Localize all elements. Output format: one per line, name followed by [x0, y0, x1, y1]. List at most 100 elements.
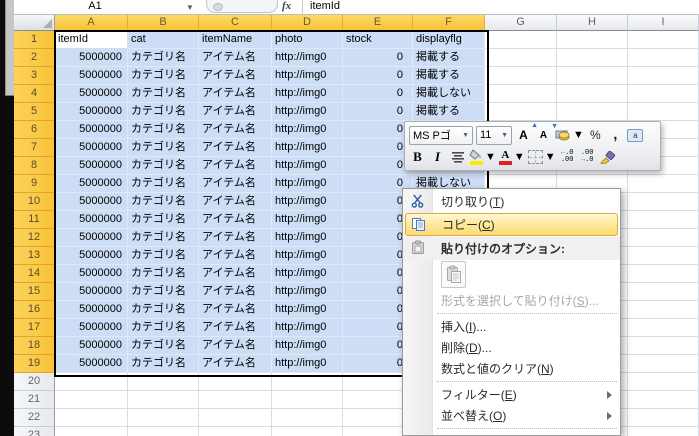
row-header-13[interactable]: 13 — [14, 247, 55, 265]
row-header-22[interactable]: 22 — [14, 409, 55, 427]
cell-I15[interactable] — [628, 283, 699, 301]
cell-I2[interactable] — [628, 49, 699, 67]
column-header-I[interactable]: I — [628, 15, 699, 31]
cell-F2[interactable]: 掲載する — [413, 49, 485, 67]
cell-A4[interactable]: 5000000 — [55, 85, 128, 103]
cell-D11[interactable]: http://img0 — [272, 211, 343, 229]
cell-D8[interactable]: http://img0 — [272, 157, 343, 175]
menu-item-sort[interactable]: 並べ替え(O) — [403, 405, 620, 426]
cell-C15[interactable]: アイテム名 — [199, 283, 272, 301]
row-header-7[interactable]: 7 — [14, 139, 55, 157]
cell-D22[interactable] — [272, 409, 343, 427]
cell-B6[interactable]: カテゴリ名 — [128, 121, 199, 139]
cell-B17[interactable]: カテゴリ名 — [128, 319, 199, 337]
name-box[interactable]: A1 — [14, 0, 176, 14]
cell-H3[interactable] — [557, 67, 628, 85]
cell-I13[interactable] — [628, 247, 699, 265]
cell-D20[interactable] — [272, 373, 343, 391]
row-header-1[interactable]: 1 — [14, 31, 55, 49]
cell-E7[interactable]: 0 — [343, 139, 413, 157]
row-header-5[interactable]: 5 — [14, 103, 55, 121]
row-header-11[interactable]: 11 — [14, 211, 55, 229]
cell-C10[interactable]: アイテム名 — [199, 193, 272, 211]
cell-C3[interactable]: アイテム名 — [199, 67, 272, 85]
row-header-17[interactable]: 17 — [14, 319, 55, 337]
cell-B22[interactable] — [128, 409, 199, 427]
cell-C13[interactable]: アイテム名 — [199, 247, 272, 265]
cell-B16[interactable]: カテゴリ名 — [128, 301, 199, 319]
cell-E5[interactable]: 0 — [343, 103, 413, 121]
cell-B21[interactable] — [128, 391, 199, 409]
cell-B9[interactable]: カテゴリ名 — [128, 175, 199, 193]
cell-E6[interactable]: 0 — [343, 121, 413, 139]
cell-A15[interactable]: 5000000 — [55, 283, 128, 301]
cell-A13[interactable]: 5000000 — [55, 247, 128, 265]
cell-G3[interactable] — [485, 67, 557, 85]
cell-C23[interactable] — [199, 427, 272, 436]
row-header-20[interactable]: 20 — [14, 373, 55, 391]
cell-H1[interactable] — [557, 31, 628, 49]
column-header-G[interactable]: G — [485, 15, 557, 31]
menu-item-delete[interactable]: 削除(D)... — [403, 337, 620, 358]
cell-I12[interactable] — [628, 229, 699, 247]
column-header-D[interactable]: D — [272, 15, 343, 31]
cell-C22[interactable] — [199, 409, 272, 427]
font-name-combo[interactable]: MS Pゴ ▼ — [409, 125, 473, 145]
cell-I1[interactable] — [628, 31, 699, 49]
cell-I14[interactable] — [628, 265, 699, 283]
name-box-dropdown-icon[interactable]: ▼ — [179, 0, 201, 14]
cell-C20[interactable] — [199, 373, 272, 391]
cell-A19[interactable]: 5000000 — [55, 355, 128, 373]
cell-A6[interactable]: 5000000 — [55, 121, 128, 139]
cell-I20[interactable] — [628, 373, 699, 391]
cell-C12[interactable]: アイテム名 — [199, 229, 272, 247]
cell-D18[interactable]: http://img0 — [272, 337, 343, 355]
percent-style-button[interactable]: % — [587, 125, 604, 145]
cell-G5[interactable] — [485, 103, 557, 121]
cell-D21[interactable] — [272, 391, 343, 409]
row-header-14[interactable]: 14 — [14, 265, 55, 283]
cell-B19[interactable]: カテゴリ名 — [128, 355, 199, 373]
accounting-format-button[interactable]: ▼ — [555, 125, 584, 145]
increase-decimal-button[interactable]: ←.0 .00 — [559, 147, 576, 167]
column-header-A[interactable]: A — [55, 15, 128, 31]
cell-B3[interactable]: カテゴリ名 — [128, 67, 199, 85]
cell-I21[interactable] — [628, 391, 699, 409]
cell-C4[interactable]: アイテム名 — [199, 85, 272, 103]
borders-button[interactable]: ▼ — [527, 147, 556, 167]
column-header-F[interactable]: F — [413, 15, 485, 31]
cell-B23[interactable] — [128, 427, 199, 436]
cell-H5[interactable] — [557, 103, 628, 121]
cell-A8[interactable]: 5000000 — [55, 157, 128, 175]
cell-D2[interactable]: http://img0 — [272, 49, 343, 67]
cell-C18[interactable]: アイテム名 — [199, 337, 272, 355]
cell-H2[interactable] — [557, 49, 628, 67]
cell-D15[interactable]: http://img0 — [272, 283, 343, 301]
cell-I10[interactable] — [628, 193, 699, 211]
cell-E3[interactable]: 0 — [343, 67, 413, 85]
cell-E4[interactable]: 0 — [343, 85, 413, 103]
cell-C5[interactable]: アイテム名 — [199, 103, 272, 121]
cell-D1[interactable]: photo — [272, 31, 343, 49]
cell-I3[interactable] — [628, 67, 699, 85]
cell-C21[interactable] — [199, 391, 272, 409]
font-size-combo[interactable]: 11 ▼ — [476, 125, 512, 145]
paste-option-button[interactable] — [441, 261, 466, 288]
cell-D13[interactable]: http://img0 — [272, 247, 343, 265]
row-header-21[interactable]: 21 — [14, 391, 55, 409]
shrink-font-button[interactable]: A ▼ — [535, 123, 558, 145]
row-header-16[interactable]: 16 — [14, 301, 55, 319]
cell-C8[interactable]: アイテム名 — [199, 157, 272, 175]
cell-A9[interactable]: 5000000 — [55, 175, 128, 193]
cell-B14[interactable]: カテゴリ名 — [128, 265, 199, 283]
format-painter-button[interactable] — [599, 147, 616, 167]
cell-C9[interactable]: アイテム名 — [199, 175, 272, 193]
cell-A3[interactable]: 5000000 — [55, 67, 128, 85]
cell-C14[interactable]: アイテム名 — [199, 265, 272, 283]
align-center-button[interactable] — [449, 147, 466, 167]
cell-I17[interactable] — [628, 319, 699, 337]
cell-A7[interactable]: 5000000 — [55, 139, 128, 157]
cell-B8[interactable]: カテゴリ名 — [128, 157, 199, 175]
cell-D16[interactable]: http://img0 — [272, 301, 343, 319]
cell-E8[interactable]: 0 — [343, 157, 413, 175]
